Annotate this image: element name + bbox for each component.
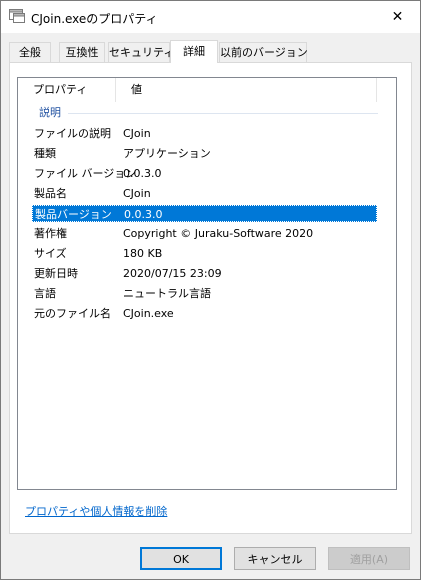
list-item[interactable]: ファイル バージョン 0.0.3.0 — [32, 165, 377, 182]
property-name: ファイル バージョン — [34, 167, 137, 180]
property-value: 0.0.3.0 — [124, 208, 163, 221]
property-value: アプリケーション — [123, 147, 211, 160]
property-name: 製品バージョン — [35, 208, 112, 221]
properties-dialog: CJoin.exeのプロパティ ✕ 全般 互換性 セキュリティ 詳細 以前のバー… — [0, 0, 421, 580]
column-header-property[interactable]: プロパティ — [18, 78, 115, 102]
remove-properties-link[interactable]: プロパティや個人情報を削除 — [25, 503, 167, 519]
property-value: 180 KB — [123, 247, 163, 260]
list-item[interactable]: サイズ 180 KB — [32, 245, 377, 262]
property-value: CJoin.exe — [123, 307, 174, 320]
property-name: 製品名 — [34, 187, 67, 200]
list-header: プロパティ 値 — [18, 78, 396, 102]
property-name: サイズ — [34, 247, 67, 260]
property-value: ニュートラル言語 — [123, 287, 211, 300]
tab-compatibility[interactable]: 互換性 — [59, 42, 105, 62]
list-item-selected[interactable]: 製品バージョン 0.0.3.0 — [32, 205, 377, 222]
ok-button[interactable]: OK — [140, 547, 222, 570]
tab-previous-versions[interactable]: 以前のバージョン — [219, 42, 308, 62]
property-value: CJoin — [123, 187, 151, 200]
list-item[interactable]: 言語 ニュートラル言語 — [32, 285, 377, 302]
tab-details[interactable]: 詳細 — [170, 40, 218, 63]
properties-list[interactable]: プロパティ 値 説明 ファイルの説明 CJoin 種類 アプリケーション ファイ… — [17, 77, 397, 490]
property-name: 著作権 — [34, 227, 67, 240]
list-item[interactable]: 元のファイル名 CJoin.exe — [32, 305, 377, 322]
window-title: CJoin.exeのプロパティ — [31, 12, 158, 26]
list-item[interactable]: 製品名 CJoin — [32, 185, 377, 202]
list-item[interactable]: 著作権 Copyright © Juraku-Software 2020 — [32, 225, 377, 242]
cancel-button[interactable]: キャンセル — [234, 547, 316, 570]
list-item[interactable]: ファイルの説明 CJoin — [32, 125, 377, 142]
property-value: 0.0.3.0 — [123, 167, 162, 180]
close-icon: ✕ — [391, 9, 404, 25]
list-item[interactable]: 更新日時 2020/07/15 23:09 — [32, 265, 377, 282]
property-name: ファイルの説明 — [34, 127, 111, 140]
list-item[interactable]: 種類 アプリケーション — [32, 145, 377, 162]
property-name: 種類 — [34, 147, 56, 160]
group-divider — [68, 113, 378, 114]
property-value: 2020/07/15 23:09 — [123, 267, 222, 280]
property-value: Copyright © Juraku-Software 2020 — [123, 227, 314, 240]
group-label: 説明 — [39, 106, 61, 119]
tab-general[interactable]: 全般 — [9, 42, 51, 62]
tab-security[interactable]: セキュリティ — [108, 42, 174, 62]
file-icon — [9, 9, 25, 23]
property-name: 言語 — [34, 287, 56, 300]
group-header: 説明 — [18, 105, 396, 121]
property-value: CJoin — [123, 127, 151, 140]
property-name: 元のファイル名 — [34, 307, 111, 320]
close-button[interactable]: ✕ — [375, 1, 420, 33]
title-bar: CJoin.exeのプロパティ ✕ — [1, 1, 420, 33]
column-divider[interactable] — [376, 78, 377, 102]
property-name: 更新日時 — [34, 267, 78, 280]
column-header-value[interactable]: 値 — [116, 78, 376, 102]
apply-button: 適用(A) — [328, 547, 410, 570]
